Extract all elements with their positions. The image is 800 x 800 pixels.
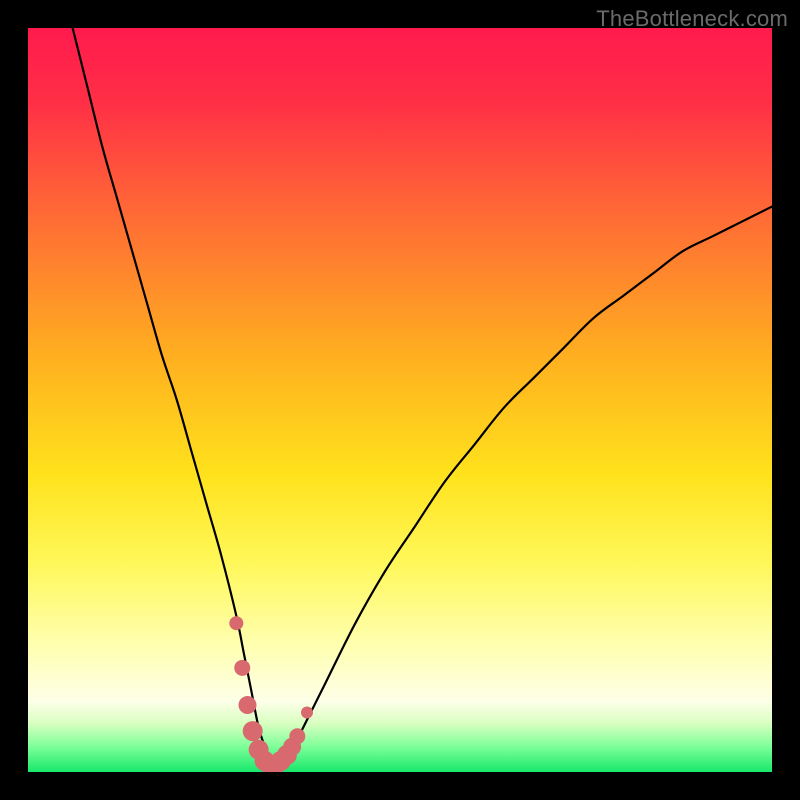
bottleneck-curve [73, 28, 772, 766]
highlight-dot [238, 696, 256, 714]
highlight-dot [243, 721, 263, 741]
curve-layer [28, 28, 772, 772]
highlight-dot [289, 728, 305, 744]
highlight-dot [229, 616, 243, 630]
chart-frame: TheBottleneck.com [0, 0, 800, 800]
watermark-label: TheBottleneck.com [596, 6, 788, 32]
highlight-dot [234, 660, 250, 676]
highlight-dot [301, 706, 313, 718]
plot-area [28, 28, 772, 772]
